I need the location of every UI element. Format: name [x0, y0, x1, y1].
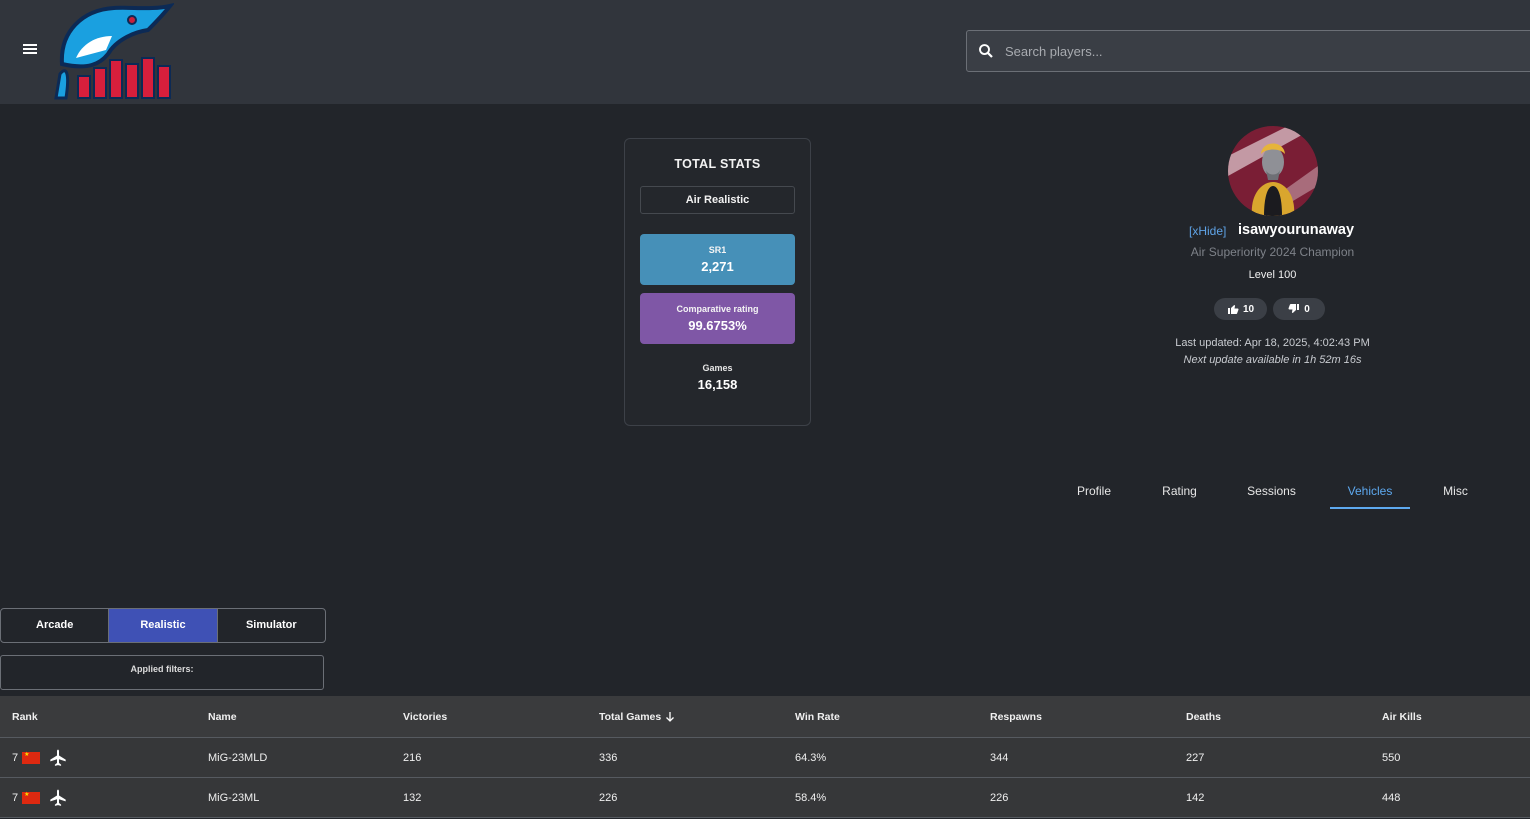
comparative-rating-stat: Comparative rating 99.6753%	[640, 293, 795, 344]
like-button[interactable]: 10	[1214, 298, 1267, 320]
win-rate-cell: 58.4%	[795, 791, 827, 804]
jet-fighter-icon	[50, 749, 66, 766]
col-respawns[interactable]: Respawns	[990, 696, 1042, 737]
col-total-games[interactable]: Total Games	[599, 696, 675, 737]
respawns-cell: 226	[990, 791, 1009, 804]
sort-arrow-down-icon	[666, 712, 675, 722]
air-kills-cell: 448	[1382, 791, 1401, 804]
air-kills-cell: 550	[1382, 751, 1401, 764]
thumbs-down-icon	[1288, 304, 1300, 313]
realistic-button[interactable]: Realistic	[109, 609, 218, 642]
jet-fighter-icon	[50, 789, 66, 806]
shark-logo[interactable]	[52, 2, 174, 100]
search-input[interactable]	[1005, 31, 1525, 71]
game-mode-selector: Arcade Realistic Simulator	[0, 608, 326, 643]
sr-stat: SR1 2,271	[640, 234, 795, 285]
like-count: 10	[1242, 303, 1255, 315]
thumbs-up-icon	[1227, 305, 1239, 314]
col-air-kills[interactable]: Air Kills	[1382, 696, 1422, 737]
col-deaths[interactable]: Deaths	[1186, 696, 1221, 737]
menu-icon[interactable]	[20, 42, 40, 60]
dislike-button[interactable]: 0	[1273, 298, 1325, 320]
china-flag-icon	[22, 791, 41, 804]
rank-value: 7	[12, 751, 19, 764]
dislike-count: 0	[1304, 303, 1310, 315]
total-games-cell: 336	[599, 751, 618, 764]
total-stats-card: TOTAL STATS Air Realistic SR1 2,271 Comp…	[624, 138, 811, 426]
total-games-cell: 226	[599, 791, 618, 804]
username: isawyourunaway	[1238, 222, 1355, 238]
col-victories[interactable]: Victories	[403, 696, 447, 737]
china-flag-icon	[22, 751, 41, 764]
col-win-rate[interactable]: Win Rate	[795, 696, 840, 737]
rank-cell: 7	[12, 738, 68, 777]
tab-vehicles[interactable]: Vehicles	[1330, 474, 1410, 509]
comparative-value: 99.6753%	[688, 318, 747, 333]
rank-cell: 7	[12, 778, 68, 817]
last-updated-text: Last updated: Apr 18, 2025, 4:02:43 PM	[1175, 337, 1370, 349]
sr-label: SR1	[708, 245, 727, 255]
games-label: Games	[702, 363, 733, 373]
col-total-games-label: Total Games	[599, 710, 662, 723]
player-title: Air Superiority 2024 Champion	[1190, 245, 1355, 259]
vehicle-name: MiG-23MLD	[208, 751, 268, 764]
next-update-text: Next update available in 1h 52m 16s	[1183, 354, 1362, 366]
deaths-cell: 227	[1186, 751, 1205, 764]
victories-cell: 132	[403, 791, 422, 804]
clan-tag-link[interactable]: [xHide]	[1189, 224, 1226, 238]
deaths-cell: 142	[1186, 791, 1205, 804]
sr-value: 2,271	[701, 259, 734, 274]
win-rate-cell: 64.3%	[795, 751, 827, 764]
arcade-button[interactable]: Arcade	[1, 609, 110, 642]
player-search[interactable]	[966, 30, 1530, 72]
tab-rating[interactable]: Rating	[1146, 474, 1213, 509]
rank-value: 7	[12, 791, 19, 804]
search-icon	[979, 44, 993, 58]
tab-sessions[interactable]: Sessions	[1230, 474, 1313, 509]
player-level: Level 100	[1248, 269, 1297, 281]
tab-profile[interactable]: Profile	[1060, 474, 1128, 509]
applied-filters: Applied filters:	[0, 655, 324, 690]
table-header: Rank Name Victories Total Games Win Rate…	[0, 696, 1530, 738]
comparative-label: Comparative rating	[676, 304, 759, 314]
vehicle-name: MiG-23ML	[208, 791, 260, 804]
stats-title: TOTAL STATS	[674, 157, 761, 171]
tab-misc[interactable]: Misc	[1427, 474, 1484, 509]
games-value: 16,158	[697, 377, 738, 392]
col-name[interactable]: Name	[208, 696, 237, 737]
table-row[interactable]: 7 MiG-23MLD 216 336 64.3% 344 227 550	[0, 738, 1530, 778]
col-rank[interactable]: Rank	[12, 696, 38, 737]
table-row[interactable]: 7 MiG-23ML 132 226 58.4% 226 142 448	[0, 778, 1530, 818]
avatar	[1228, 126, 1318, 216]
stats-mode-selector[interactable]: Air Realistic	[640, 186, 795, 214]
vehicles-table: Rank Name Victories Total Games Win Rate…	[0, 696, 1530, 818]
respawns-cell: 344	[990, 751, 1009, 764]
simulator-button[interactable]: Simulator	[218, 609, 325, 642]
top-bar	[0, 0, 1530, 104]
victories-cell: 216	[403, 751, 422, 764]
